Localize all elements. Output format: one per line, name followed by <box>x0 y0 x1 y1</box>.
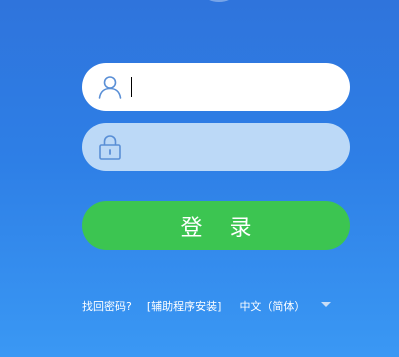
forgot-password-link[interactable]: 找回密码? <box>82 298 132 314</box>
password-field-container[interactable] <box>82 123 350 171</box>
password-input[interactable] <box>130 131 330 163</box>
user-icon <box>96 73 124 101</box>
username-input[interactable] <box>130 71 330 103</box>
language-select[interactable]: 中文（简体） <box>239 298 332 314</box>
footer-links: 找回密码? [辅助程序安装] 中文（简体） <box>82 298 332 314</box>
top-decoration <box>204 0 234 2</box>
login-button[interactable]: 登 录 <box>82 201 350 250</box>
language-label: 中文（简体） <box>239 300 306 313</box>
lock-icon <box>96 133 124 161</box>
helper-install-link[interactable]: [辅助程序安装] <box>147 298 222 314</box>
chevron-down-icon[interactable] <box>321 301 332 307</box>
text-cursor <box>131 77 132 97</box>
username-field-container[interactable] <box>82 63 350 111</box>
